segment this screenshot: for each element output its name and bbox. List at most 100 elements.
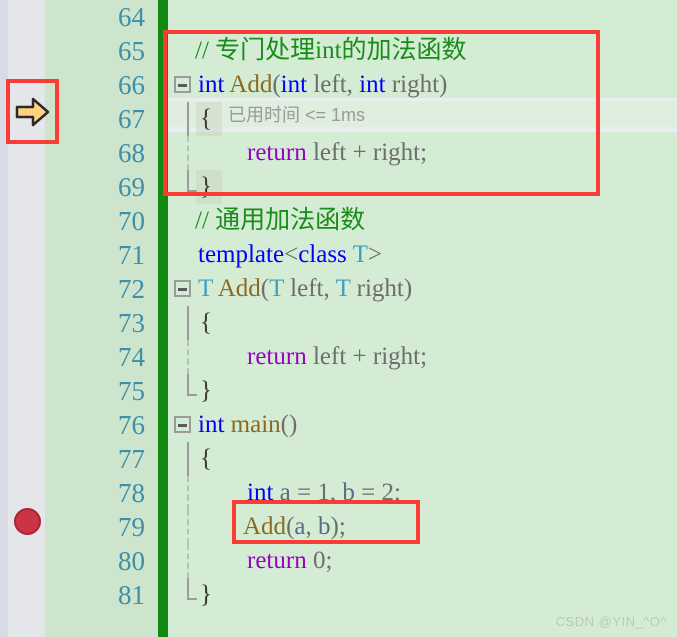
angle-open: < [284,241,299,268]
code-line: 78 int a = 1, b = 2; [0,476,677,510]
code-line: 67 { [0,102,677,136]
line-content[interactable]: int main() [198,408,677,442]
semicolon: ; [325,547,333,574]
indent-guide [187,476,189,510]
line-content[interactable]: // 通用加法函数 [195,204,677,238]
type-token: T [198,275,213,302]
param-token: right [356,275,404,302]
line-number: 80 [118,546,145,576]
type-token: T [269,275,284,302]
variable-token: b [342,479,355,506]
line-content[interactable]: { [200,306,677,340]
line-number: 74 [118,342,145,372]
param-token: right [391,71,440,98]
line-content[interactable]: } [200,578,677,612]
brace-close: } [200,377,212,404]
indent-guide [187,102,189,136]
fold-collapse-minus-icon[interactable] [174,280,191,297]
keyword-token: int [198,71,225,98]
paren-close: ) [330,513,339,540]
line-content[interactable]: { [200,442,677,476]
operator-equals: = [361,479,376,506]
line-number: 70 [118,206,145,236]
line-content[interactable]: return 0; [247,544,677,578]
paren-close: ) [403,275,413,302]
param-token: left [313,71,347,98]
line-content[interactable]: return left + right; [247,136,677,170]
line-number: 73 [118,308,145,338]
brace-close: } [200,581,212,608]
indent-guide [187,374,197,396]
line-content[interactable]: int a = 1, b = 2; [247,476,677,510]
fold-collapse-minus-icon[interactable] [174,76,191,93]
operator-plus: + [352,343,367,370]
code-line: 64 [0,0,677,34]
indent-guide [187,578,197,600]
line-content[interactable]: // 专门处理int的加法函数 [195,34,677,68]
code-line: 73 { [0,306,677,340]
keyword-token: int [280,71,308,98]
line-content[interactable]: Add(a, b); [243,510,677,544]
function-call-token: Add [243,513,287,540]
paren-open: ( [260,275,270,302]
line-number: 67 [118,104,145,134]
function-name-token: Add [217,275,261,302]
paren-close: ) [288,411,298,438]
identifier-token: left [312,343,347,370]
function-name-token: Add [229,71,273,98]
keyword-token: int [198,411,225,438]
paren-open: ( [280,411,289,438]
fold-collapse-minus-icon[interactable] [174,416,191,433]
line-content[interactable]: return left + right; [247,340,677,374]
csdn-watermark: CSDN @YIN_^O^ [555,614,667,629]
line-number: 64 [118,2,145,32]
line-number: 68 [118,138,145,168]
indent-guide [187,510,189,544]
brace-open: { [200,445,212,472]
line-number: 66 [118,70,145,100]
line-number: 81 [118,580,145,610]
current-statement-arrow-icon[interactable] [15,96,50,128]
variable-token: a [294,513,306,540]
semicolon: ; [338,513,346,540]
indent-guide [187,136,189,170]
line-number: 79 [118,512,145,542]
code-editor[interactable]: 已用时间 <= 1ms 64 65 // 专门处理int的加法函数 66 int… [0,0,677,637]
line-content[interactable]: { [200,102,677,136]
breakpoint-dot[interactable] [14,508,41,535]
code-line: 81 } [0,578,677,612]
brace-close: } [200,173,212,200]
identifier-token: right [372,139,421,166]
line-number: 76 [118,410,145,440]
code-line: 74 return left + right; [0,340,677,374]
line-content[interactable]: } [200,170,677,204]
semicolon: ; [420,139,428,166]
code-line: 71 template<class T> [0,238,677,272]
line-number: 71 [118,240,145,270]
keyword-token: int [247,479,274,506]
line-number: 78 [118,478,145,508]
code-line: 65 // 专门处理int的加法函数 [0,34,677,68]
number-token: 0 [312,547,326,574]
variable-token: a [279,479,291,506]
line-content[interactable]: } [200,374,677,408]
line-content[interactable]: T Add(T left, T right) [198,272,677,306]
operator-plus: + [352,139,367,166]
semicolon: ; [420,343,428,370]
indent-guide [187,544,189,578]
comment-token: // 专门处理int的加法函数 [195,37,467,64]
function-name-token: main [230,411,281,438]
line-number: 77 [118,444,145,474]
indent-guide [187,170,197,192]
line-content[interactable]: int Add(int left, int right) [198,68,677,102]
line-content[interactable]: template<class T> [198,238,677,272]
brace-open: { [200,105,212,132]
comment-token: // 通用加法函数 [195,207,366,234]
semicolon: ; [393,479,401,506]
line-number: 72 [118,274,145,304]
identifier-token: left [312,139,347,166]
indent-guide [187,442,189,476]
code-line: 70 // 通用加法函数 [0,204,677,238]
code-line: 66 int Add(int left, int right) [0,68,677,102]
keyword-token: return [247,139,307,166]
